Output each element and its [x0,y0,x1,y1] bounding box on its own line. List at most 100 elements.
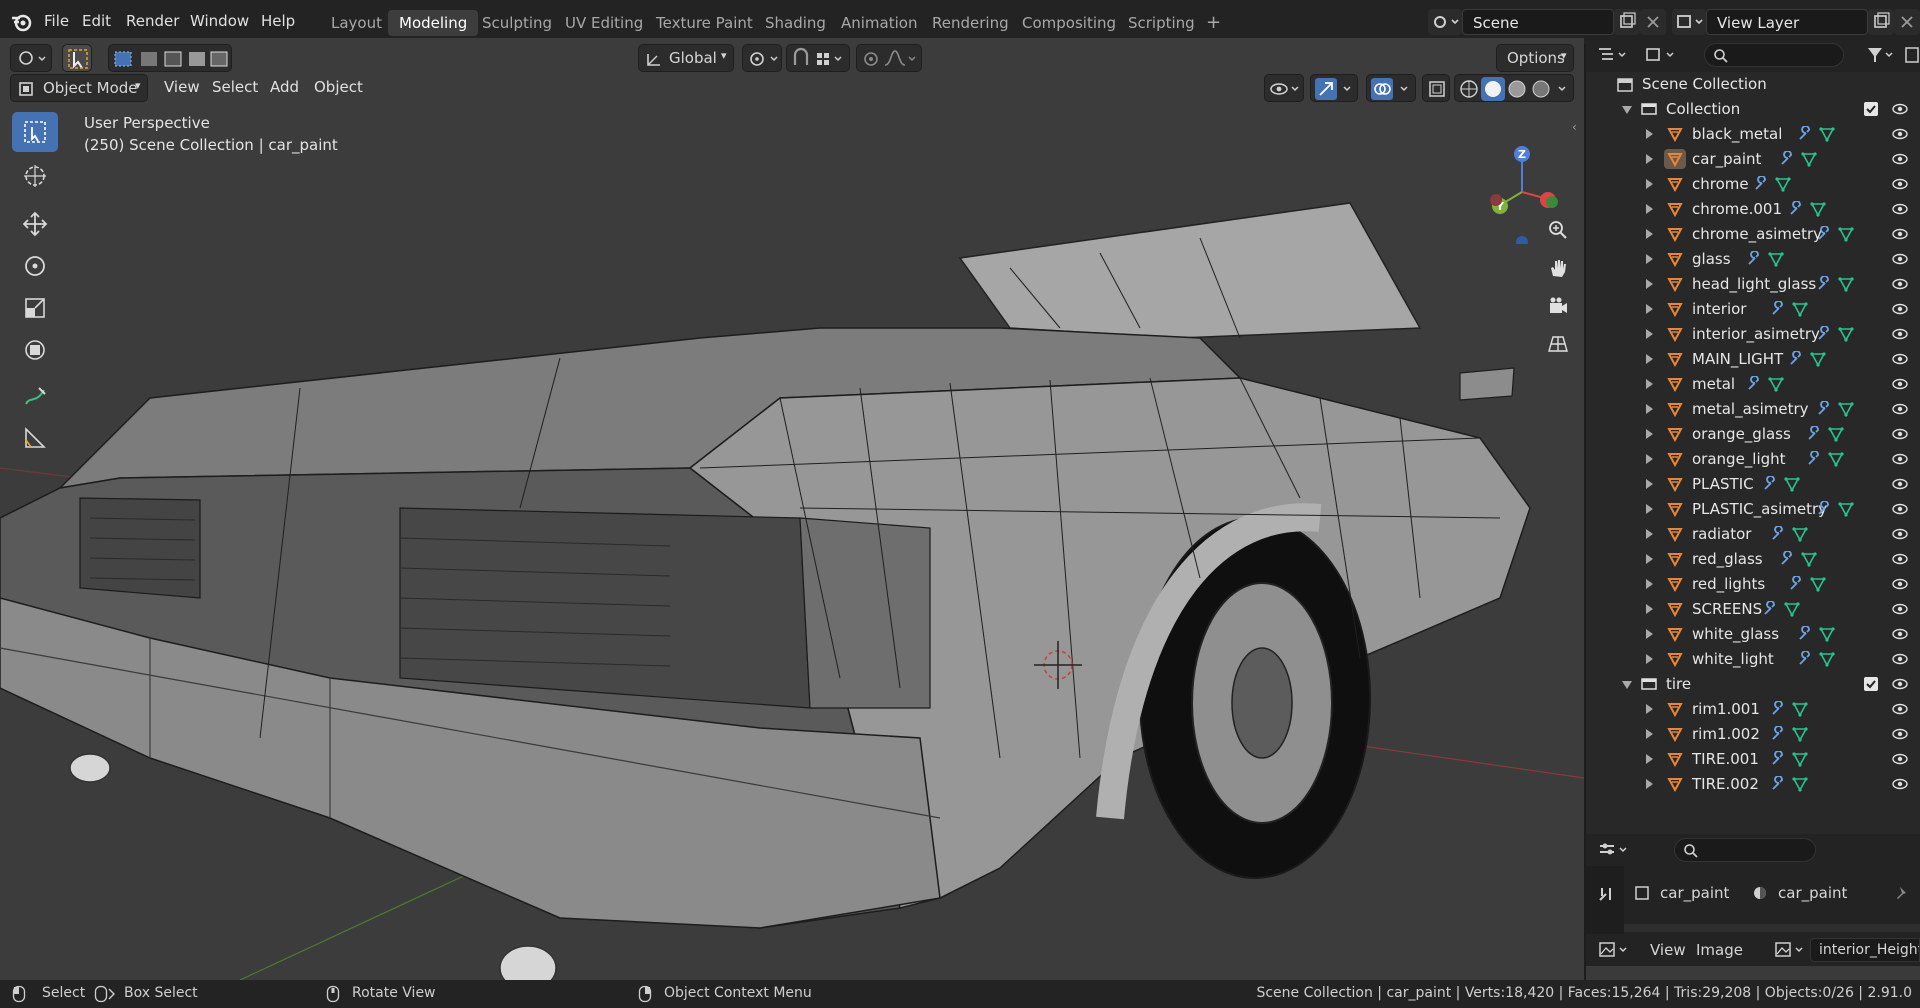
display-mode-icon[interactable] [1642,42,1678,68]
modifier-icon[interactable] [1788,350,1804,371]
modifier-icon[interactable] [1797,625,1813,646]
mesh-data-icon[interactable] [1827,451,1844,471]
image-menu-view[interactable]: View [1650,941,1686,959]
selection-mode-group[interactable] [108,44,232,72]
expand-triangle-icon[interactable] [1646,754,1653,764]
eye-icon[interactable] [1892,277,1908,295]
object-row[interactable]: interior [1586,297,1920,322]
cursor-tool[interactable] [12,156,58,196]
select-tool-toggle-icon[interactable] [62,44,92,72]
object-row[interactable]: head_light_glass [1586,272,1920,297]
eye-icon[interactable] [1892,577,1908,595]
outliner-editor-type-icon[interactable] [1594,42,1630,68]
mesh-data-icon[interactable] [1810,351,1826,371]
scene-type-icon[interactable] [1428,9,1462,35]
expand-triangle-icon[interactable] [1646,254,1653,264]
properties-editor-type-icon[interactable] [1596,838,1632,862]
visibility-dropdown[interactable] [1264,74,1304,102]
rotate-tool[interactable] [12,246,58,286]
tab-compositing[interactable]: Compositing [1011,10,1127,36]
expand-triangle-icon[interactable] [1646,704,1653,714]
overlays-toggle-group[interactable] [1366,74,1416,102]
object-row[interactable]: SCREENS [1586,597,1920,622]
eye-icon[interactable] [1892,402,1908,420]
modifier-icon[interactable] [1788,200,1804,221]
mesh-data-icon[interactable] [1768,376,1784,396]
modifier-icon[interactable] [1770,750,1786,771]
object-row[interactable]: TIRE.001 [1586,747,1920,772]
mesh-data-icon[interactable] [1792,726,1808,746]
image-editor-canvas[interactable] [1586,966,1920,980]
eye-icon[interactable] [1892,477,1908,495]
expand-triangle-icon[interactable] [1646,579,1653,589]
eye-icon[interactable] [1892,427,1908,445]
eye-icon[interactable] [1892,227,1908,245]
collection-row[interactable]: tire [1586,672,1920,697]
mesh-data-icon[interactable] [1792,776,1808,796]
object-row[interactable]: rim1.002 [1586,722,1920,747]
eye-icon[interactable] [1892,677,1908,695]
eye-icon[interactable] [1892,752,1908,770]
object-row[interactable]: red_lights [1586,572,1920,597]
mesh-data-icon[interactable] [1792,701,1808,721]
car-model-render[interactable] [0,38,1584,980]
viewport-shading-group[interactable] [1454,74,1574,102]
mesh-data-icon[interactable] [1838,501,1854,521]
duplicate-view-layer-icon[interactable] [1868,9,1894,35]
object-row[interactable]: rim1.001 [1586,697,1920,722]
menu-help[interactable]: Help [261,12,295,30]
menu-render[interactable]: Render [126,12,179,30]
eye-icon[interactable] [1892,602,1908,620]
eye-icon[interactable] [1892,502,1908,520]
collection-row[interactable]: Collection [1586,97,1920,122]
expand-triangle-icon[interactable] [1646,504,1653,514]
mesh-data-icon[interactable] [1783,601,1800,621]
modifier-icon[interactable] [1816,225,1832,246]
expand-triangle-icon[interactable] [1646,354,1653,364]
tab-modeling[interactable]: Modeling [388,10,479,36]
expand-triangle-icon[interactable] [1646,304,1653,314]
modifier-icon[interactable] [1806,450,1822,471]
expand-triangle-icon[interactable] [1646,604,1653,614]
expand-triangle-icon[interactable] [1622,681,1632,689]
mesh-data-icon[interactable] [1838,326,1854,346]
object-row[interactable]: metal [1586,372,1920,397]
transform-tool[interactable] [12,330,58,370]
expand-triangle-icon[interactable] [1646,279,1653,289]
tab-rendering[interactable]: Rendering [921,10,1020,36]
transform-orientation-dropdown[interactable]: Global ▾ [638,44,734,72]
expand-triangle-icon[interactable] [1646,154,1653,164]
modifier-icon[interactable] [1797,650,1813,671]
pivot-point-dropdown[interactable] [742,44,782,72]
modifier-icon[interactable] [1770,700,1786,721]
mesh-data-icon[interactable] [1792,751,1808,771]
mesh-data-icon[interactable] [1838,276,1854,296]
close-scene-icon[interactable] [1640,9,1666,35]
mesh-data-icon[interactable] [1819,626,1835,646]
expand-triangle-icon[interactable] [1646,329,1653,339]
viewport-menu-view[interactable]: View [164,78,200,96]
object-row[interactable]: interior_asimetry [1586,322,1920,347]
object-row[interactable]: glass [1586,247,1920,272]
mesh-data-icon[interactable] [1792,301,1808,321]
object-row[interactable]: chrome [1586,172,1920,197]
eye-icon[interactable] [1892,702,1908,720]
mesh-data-icon[interactable] [1810,576,1826,596]
expand-triangle-icon[interactable] [1646,454,1653,464]
3d-viewport[interactable]: Global ▾ Options ▾ Object Mode ▾ View Se… [0,38,1584,980]
select-box-tool[interactable] [12,112,58,152]
mesh-data-icon[interactable] [1783,476,1800,496]
expand-triangle-icon[interactable] [1646,629,1653,639]
modifier-icon[interactable] [1816,275,1832,296]
menu-edit[interactable]: Edit [82,12,111,30]
object-row[interactable]: orange_glass [1586,422,1920,447]
modifier-icon[interactable] [1746,250,1762,271]
eye-icon[interactable] [1892,377,1908,395]
mesh-data-icon[interactable] [1801,151,1817,171]
modifier-icon[interactable] [1788,575,1804,596]
object-row[interactable]: red_glass [1586,547,1920,572]
expand-triangle-icon[interactable] [1646,779,1653,789]
filter-icon[interactable] [1864,42,1898,68]
expand-triangle-icon[interactable] [1646,654,1653,664]
move-tool[interactable] [12,204,58,244]
